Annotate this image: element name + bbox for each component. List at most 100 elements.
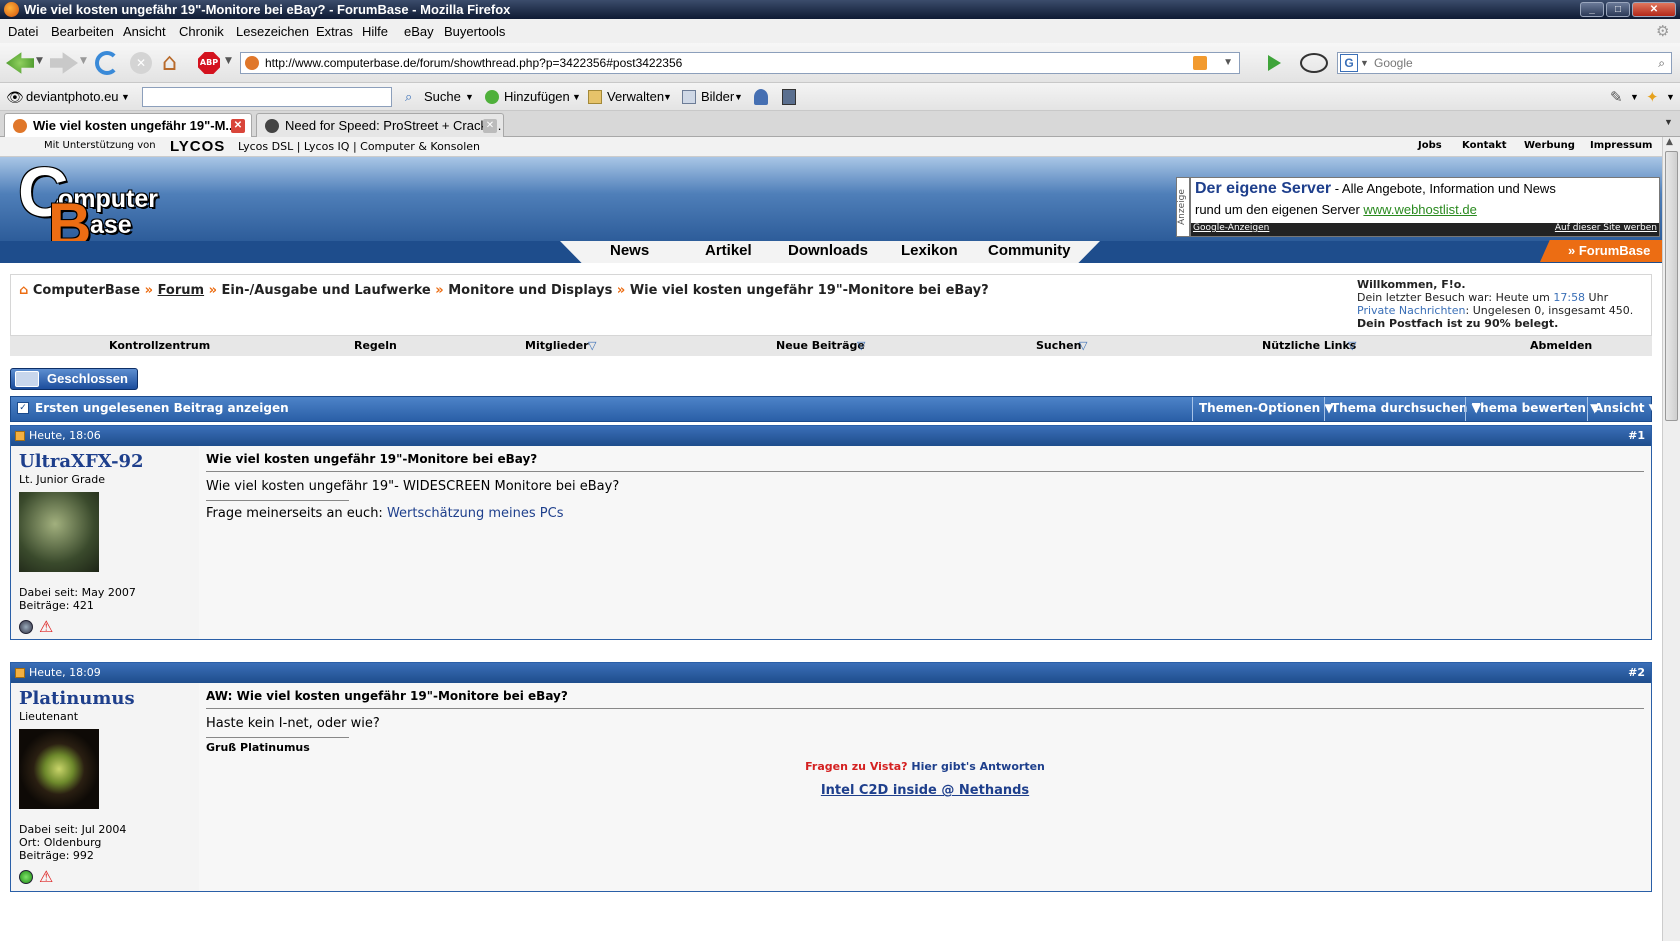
tab-inactive[interactable]: Need for Speed: ProStreet + Crack ... ✕ xyxy=(256,113,504,137)
tab-active[interactable]: Wie viel kosten ungefähr 19"-M... ✕ xyxy=(4,113,252,137)
rate-thread-button[interactable]: Thema bewerten ▼ xyxy=(1465,397,1605,421)
nav-community[interactable]: Community xyxy=(988,242,1071,259)
signature-vista-answers[interactable]: Hier gibt's Antworten xyxy=(908,760,1045,773)
user-icon[interactable] xyxy=(754,89,768,105)
menu-buyertools[interactable]: Buyertools xyxy=(444,24,505,39)
closed-button[interactable]: Geschlossen xyxy=(10,368,138,390)
manage-button[interactable]: Verwalten xyxy=(607,89,664,104)
search-thread-button[interactable]: Thema durchsuchen ▼ xyxy=(1324,397,1487,421)
search-magnifier-icon[interactable]: ⌕ xyxy=(1658,53,1665,73)
page-icon[interactable] xyxy=(782,89,796,105)
lycos-logo[interactable]: LYCOS xyxy=(170,138,225,155)
signature-nethands-link[interactable]: Intel C2D inside @ Nethands xyxy=(821,783,1029,798)
post-number[interactable]: #1 xyxy=(1628,426,1645,446)
breadcrumb-category[interactable]: Ein-/Ausgabe und Laufwerke xyxy=(222,283,431,298)
gear-icon[interactable]: ⚙ xyxy=(1656,22,1669,40)
stop-icon[interactable]: ✕ xyxy=(130,52,152,74)
scroll-up-icon[interactable]: ▲ xyxy=(1666,137,1673,147)
suchen-dropdown-icon[interactable]: ▽ xyxy=(1079,339,1087,352)
adblock-dropdown-icon[interactable]: ▼ xyxy=(225,56,232,66)
go-arrow-icon[interactable] xyxy=(1268,55,1281,71)
url-bar[interactable]: http://www.computerbase.de/forum/showthr… xyxy=(240,52,1240,74)
ctrl-regeln[interactable]: Regeln xyxy=(354,339,397,352)
tab-close-icon[interactable]: ✕ xyxy=(483,119,497,133)
wrench-dropdown-icon[interactable]: ▼ xyxy=(1630,92,1639,102)
view-mode-button[interactable]: Ansicht ▼ xyxy=(1587,397,1662,421)
ctrl-kontrollzentrum[interactable]: Kontrollzentrum xyxy=(109,339,210,352)
first-unread-link[interactable]: Ersten ungelesenen Beitrag anzeigen xyxy=(35,401,289,415)
forward-dropdown-icon[interactable]: ▼ xyxy=(80,56,87,66)
post-username[interactable]: Platinumus xyxy=(19,688,135,709)
url-dropdown-icon[interactable]: ▼ xyxy=(1223,53,1233,73)
menu-lesezeichen[interactable]: Lesezeichen xyxy=(236,24,309,39)
vertical-scrollbar[interactable]: ▲ xyxy=(1662,137,1680,941)
mitglieder-dropdown-icon[interactable]: ▽ xyxy=(588,339,596,352)
menu-ebay[interactable]: eBay xyxy=(404,24,434,39)
google-ads-link[interactable]: Google-Anzeigen xyxy=(1193,223,1269,233)
forumbase-tab[interactable]: » ForumBase xyxy=(1540,240,1662,262)
menu-bearbeiten[interactable]: Bearbeiten xyxy=(51,24,114,39)
home-icon[interactable]: ⌂ xyxy=(162,49,188,75)
links-dropdown-icon[interactable]: ▽ xyxy=(1348,339,1356,352)
advertise-link[interactable]: Auf dieser Site werben xyxy=(1555,223,1657,233)
ctrl-neue-beitraege[interactable]: Neue Beiträge xyxy=(776,339,865,352)
menu-ansicht[interactable]: Ansicht xyxy=(123,24,166,39)
add-button[interactable]: Hinzufügen xyxy=(504,89,570,104)
maximize-button[interactable]: □ xyxy=(1606,2,1630,17)
tab-list-dropdown-icon[interactable]: ▼ xyxy=(1664,117,1673,127)
first-unread-icon[interactable]: ✓ xyxy=(17,402,29,414)
ctrl-abmelden[interactable]: Abmelden xyxy=(1530,339,1592,352)
site-dropdown-icon[interactable]: ▼ xyxy=(121,92,130,102)
menu-hilfe[interactable]: Hilfe xyxy=(362,24,388,39)
ctrl-suchen[interactable]: Suchen xyxy=(1036,339,1081,352)
nav-lexikon[interactable]: Lexikon xyxy=(901,242,958,259)
wrench-icon[interactable]: ✎ xyxy=(1610,88,1623,106)
breadcrumb-subforum[interactable]: Monitore und Displays xyxy=(448,283,612,298)
sponsor-links[interactable]: Lycos DSL | Lycos IQ | Computer & Konsol… xyxy=(238,140,480,153)
images-button[interactable]: Bilder xyxy=(701,89,734,104)
search-dropdown-icon[interactable]: ▼ xyxy=(465,92,474,102)
rss-feed-icon[interactable] xyxy=(1193,56,1207,70)
signature-link[interactable]: Wertschätzung meines PCs xyxy=(387,506,564,521)
breadcrumb-computerbase[interactable]: ComputerBase xyxy=(33,283,140,298)
feed-icon[interactable]: ✦ xyxy=(1646,88,1659,106)
menu-datei[interactable]: Datei xyxy=(8,24,38,39)
reload-icon[interactable] xyxy=(95,51,119,75)
back-arrow-icon[interactable] xyxy=(6,52,34,74)
menu-chronik[interactable]: Chronik xyxy=(179,24,224,39)
ctrl-nuetzliche-links[interactable]: Nützliche Links xyxy=(1262,339,1356,352)
google-ad-box[interactable]: Der eigene Server - Alle Angebote, Infor… xyxy=(1190,177,1660,237)
add-dropdown-icon[interactable]: ▼ xyxy=(572,92,581,102)
breadcrumb-forum[interactable]: Forum xyxy=(158,283,205,298)
neue-beitraege-dropdown-icon[interactable]: ▽ xyxy=(857,339,865,352)
link-werbung[interactable]: Werbung xyxy=(1524,140,1575,151)
menu-extras[interactable]: Extras xyxy=(316,24,353,39)
avatar[interactable] xyxy=(19,492,99,572)
post-username[interactable]: UltraXFX-92 xyxy=(19,451,144,472)
images-dropdown-icon[interactable]: ▼ xyxy=(734,92,743,102)
engine-dropdown-icon[interactable]: ▼ xyxy=(1360,53,1369,73)
search-engine-box[interactable]: G ▼ Google ⌕ xyxy=(1337,52,1672,74)
adblock-icon[interactable]: ABP xyxy=(198,52,220,74)
ctrl-mitglieder[interactable]: Mitglieder xyxy=(525,339,589,352)
back-dropdown-icon[interactable]: ▼ xyxy=(36,56,43,66)
google-icon[interactable]: G xyxy=(1340,54,1358,72)
link-kontakt[interactable]: Kontakt xyxy=(1462,140,1507,151)
nav-news[interactable]: News xyxy=(610,242,649,259)
close-window-button[interactable]: ✕ xyxy=(1632,2,1676,17)
toolbar-search-input[interactable] xyxy=(142,87,392,107)
tab-close-icon[interactable]: ✕ xyxy=(231,119,245,133)
nav-downloads[interactable]: Downloads xyxy=(788,242,868,259)
home-icon[interactable]: ⌂ xyxy=(19,283,28,298)
link-impressum[interactable]: Impressum xyxy=(1590,140,1652,151)
feed-dropdown-icon[interactable]: ▼ xyxy=(1666,92,1675,102)
report-warning-icon[interactable]: ⚠ xyxy=(39,617,53,636)
site-bookmark[interactable]: deviantphoto.eu xyxy=(26,89,119,104)
avatar[interactable] xyxy=(19,729,99,809)
thread-options-button[interactable]: Themen-Optionen ▼ xyxy=(1192,397,1340,421)
toolbar-search-button[interactable]: Suche xyxy=(424,89,461,104)
minimize-button[interactable]: _ xyxy=(1580,2,1604,17)
scroll-thumb[interactable] xyxy=(1665,151,1678,421)
signature-vista-question[interactable]: Fragen zu Vista? xyxy=(805,760,907,773)
nav-artikel[interactable]: Artikel xyxy=(705,242,752,259)
